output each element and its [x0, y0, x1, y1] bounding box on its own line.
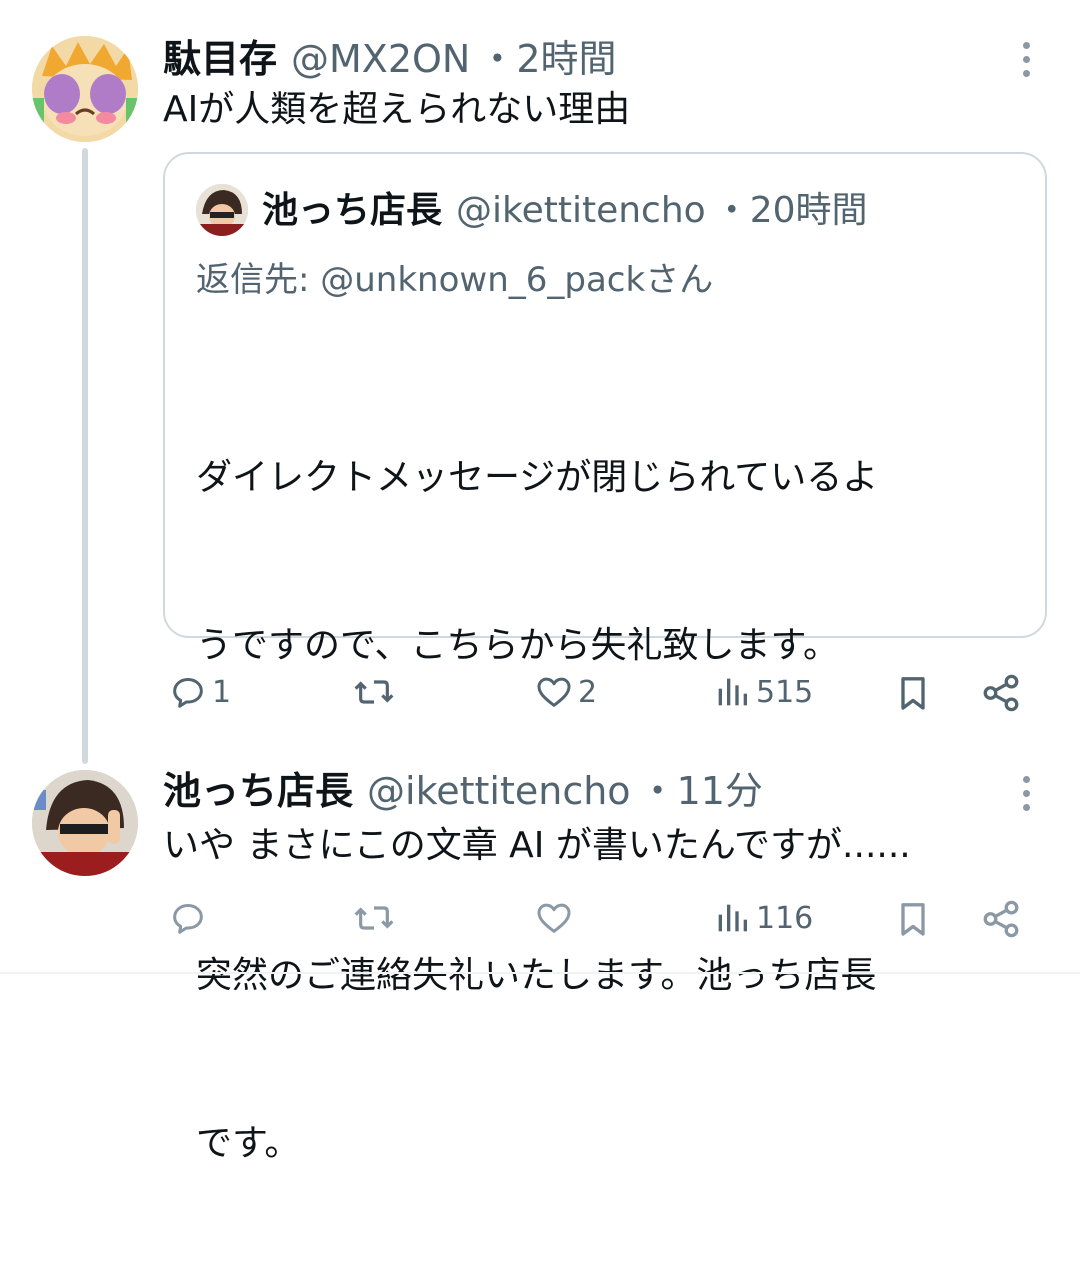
reply-icon: [173, 904, 203, 934]
quoted-timestamp[interactable]: ・20時間: [714, 193, 868, 229]
quoted-text-line-4: です。: [196, 1123, 301, 1164]
tweet-1-view-count: 515: [756, 674, 814, 710]
views-icon: [718, 678, 747, 706]
bookmark-icon: [901, 903, 925, 936]
thread-connector-line: [82, 148, 88, 764]
tweet-2-retweet-button[interactable]: [352, 898, 400, 938]
quoted-text-line-2: うですので、こちらから失礼致します。: [196, 625, 839, 666]
tweet-2-bookmark-button[interactable]: [893, 898, 933, 940]
quoted-display-name[interactable]: 池っち店長: [262, 193, 442, 229]
quoted-handle[interactable]: @ikettitencho: [456, 193, 706, 229]
avatar-dameson[interactable]: [32, 36, 138, 142]
tweet-2-more-options-icon[interactable]: [1020, 776, 1032, 811]
quoted-reply-to[interactable]: 返信先: @unknown_6_packさん: [196, 252, 713, 301]
tweet-2-handle[interactable]: @ikettitencho: [367, 772, 631, 810]
tweet-2-like-button[interactable]: [534, 898, 578, 938]
tweet-1-timestamp[interactable]: ・2時間: [478, 40, 616, 78]
tweet-1-reply-count: 1: [212, 674, 232, 710]
quoted-avatar-image: [196, 184, 248, 236]
bottom-divider: [0, 972, 1080, 974]
bookmark-icon: [901, 677, 925, 710]
reply-icon: [173, 678, 203, 708]
avatar-dameson-image: [32, 36, 138, 142]
tweet-1-retweet-button[interactable]: [352, 672, 400, 712]
tweet-2-text: いや まさにこの文章 AI が書いたんですが......: [163, 825, 911, 866]
tweet-1-handle[interactable]: @MX2ON: [291, 40, 470, 78]
tweet-1-like-count: 2: [578, 674, 598, 710]
tweet-1-reply-button[interactable]: 1: [168, 672, 231, 712]
retweet-icon: [354, 906, 394, 930]
tweet-2-share-button[interactable]: [980, 898, 1022, 940]
tweet-2-display-name[interactable]: 池っち店長: [163, 772, 353, 810]
tweet-1-more-options-icon[interactable]: [1020, 42, 1032, 77]
avatar-ikettitencho[interactable]: [32, 770, 138, 876]
tweet-1-views-button[interactable]: 515: [712, 672, 813, 712]
heart-icon: [537, 677, 571, 707]
tweet-1-text: AIが人類を超えられない理由: [163, 89, 631, 130]
share-icon: [983, 900, 1019, 938]
tweet-2-header: 池っち店長 @ikettitencho ・11分: [163, 772, 763, 810]
quoted-tweet-header: 池っち店長 @ikettitencho ・20時間: [262, 193, 868, 229]
tweet-1-header: 駄目存 @MX2ON ・2時間: [163, 40, 617, 78]
tweet-2-views-button[interactable]: 116: [712, 898, 813, 938]
tweet-1-display-name[interactable]: 駄目存: [163, 40, 277, 78]
tweet-1-bookmark-button[interactable]: [893, 672, 933, 714]
quoted-tweet-avatar: [196, 184, 248, 236]
tweet-2-timestamp[interactable]: ・11分: [639, 772, 763, 810]
heart-icon: [537, 903, 571, 933]
tweet-2-reply-button[interactable]: [168, 898, 212, 938]
tweet-1-like-button[interactable]: 2: [534, 672, 597, 712]
avatar-ikettitencho-image: [32, 770, 138, 876]
views-icon: [718, 904, 747, 932]
quoted-text-line-3: 突然のご連絡失礼いたします。池っち店長: [196, 955, 877, 996]
retweet-icon: [354, 680, 394, 704]
share-icon: [983, 674, 1019, 712]
tweet-1-share-button[interactable]: [980, 672, 1022, 714]
tweet-2-view-count: 116: [756, 900, 814, 936]
quoted-text-line-1: ダイレクトメッセージが閉じられているよ: [196, 457, 879, 498]
